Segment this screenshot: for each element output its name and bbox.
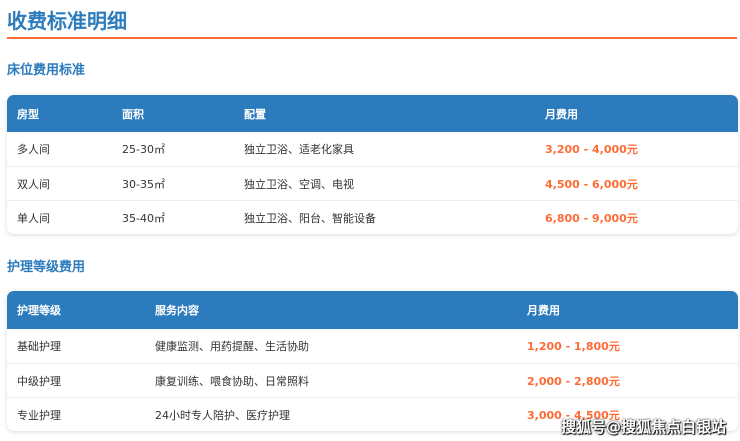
table-row: 基础护理 健康监测、用药提醒、生活协助 1,200 - 1,800元 bbox=[7, 329, 738, 363]
cell: 35-40㎡ bbox=[122, 211, 165, 225]
cell: 基础护理 bbox=[17, 340, 61, 353]
header-cell: 服务内容 bbox=[155, 304, 199, 317]
table-header: 房型 面积 配置 月费用 bbox=[7, 95, 738, 132]
title-divider bbox=[7, 37, 737, 39]
fee-cell: 2,000 - 2,800元 bbox=[527, 374, 620, 388]
table-row: 中级护理 康复训练、喂食协助、日常照料 2,000 - 2,800元 bbox=[7, 363, 738, 397]
cell: 中级护理 bbox=[17, 374, 61, 388]
cell: 多人间 bbox=[17, 143, 50, 156]
table-row: 多人间 25-30㎡ 独立卫浴、适老化家具 3,200 - 4,000元 bbox=[7, 132, 738, 166]
cell: 独立卫浴、阳台、智能设备 bbox=[244, 211, 376, 225]
cell: 25-30㎡ bbox=[122, 143, 165, 156]
cell: 专业护理 bbox=[17, 408, 61, 422]
table-row: 双人间 30-35㎡ 独立卫浴、空调、电视 4,500 - 6,000元 bbox=[7, 166, 738, 200]
page-title: 收费标准明细 bbox=[7, 9, 127, 33]
care-section-title: 护理等级费用 bbox=[7, 260, 86, 275]
bed-section-title: 床位费用标准 bbox=[7, 63, 86, 78]
table-row: 单人间 35-40㎡ 独立卫浴、阳台、智能设备 6,800 - 9,000元 bbox=[7, 200, 738, 234]
fee-cell: 1,200 - 1,800元 bbox=[527, 340, 620, 353]
watermark: 搜狐号@搜狐焦点白银站 bbox=[560, 418, 726, 436]
fee-cell: 3,200 - 4,000元 bbox=[545, 143, 638, 156]
header-cell: 月费用 bbox=[527, 304, 560, 317]
fee-cell: 4,500 - 6,000元 bbox=[545, 177, 638, 191]
care-fee-table: 护理等级 服务内容 月费用 基础护理 健康监测、用药提醒、生活协助 1,200 … bbox=[7, 291, 738, 431]
table-header: 护理等级 服务内容 月费用 bbox=[7, 291, 738, 329]
cell: 独立卫浴、空调、电视 bbox=[244, 177, 354, 191]
cell: 健康监测、用药提醒、生活协助 bbox=[155, 340, 309, 353]
cell: 24小时专人陪护、医疗护理 bbox=[155, 408, 290, 422]
header-cell: 月费用 bbox=[545, 107, 578, 121]
bed-fee-table: 房型 面积 配置 月费用 多人间 25-30㎡ 独立卫浴、适老化家具 3,200… bbox=[7, 95, 738, 234]
cell: 独立卫浴、适老化家具 bbox=[244, 143, 354, 156]
cell: 30-35㎡ bbox=[122, 177, 165, 191]
header-cell: 面积 bbox=[122, 107, 144, 121]
header-cell: 房型 bbox=[17, 107, 39, 121]
cell: 双人间 bbox=[17, 177, 50, 191]
header-cell: 护理等级 bbox=[17, 304, 61, 317]
cell: 康复训练、喂食协助、日常照料 bbox=[155, 374, 309, 388]
cell: 单人间 bbox=[17, 211, 50, 225]
header-cell: 配置 bbox=[244, 107, 266, 121]
fee-cell: 6,800 - 9,000元 bbox=[545, 211, 638, 225]
